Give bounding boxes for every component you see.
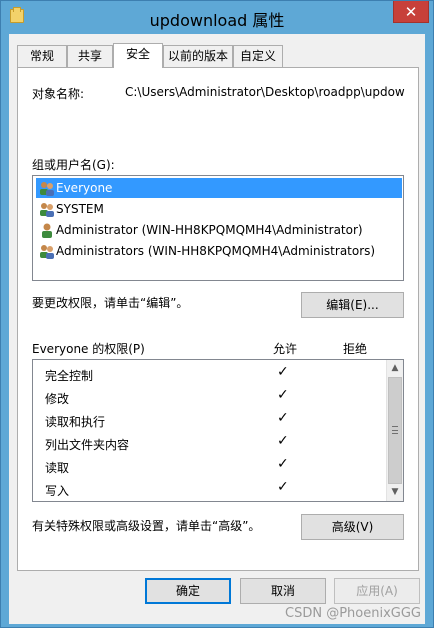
permission-name: 读取和执行 [45, 415, 106, 429]
permission-name: 完全控制 [45, 369, 94, 383]
group-icon [40, 182, 54, 196]
user-item-administrators[interactable]: Administrators (WIN-HH8KPQMQMH4\Administ… [36, 241, 402, 261]
user-name: Administrator (WIN-HH8KPQMQMH4\Administr… [56, 223, 363, 237]
allow-check-icon: ✓ [277, 364, 289, 380]
permission-row: 列出文件夹内容 ✓ [33, 432, 387, 455]
allow-check-icon: ✓ [277, 410, 289, 426]
tab-previous-versions[interactable]: 以前的版本 [163, 45, 233, 67]
advanced-hint: 有关特殊权限或高级设置，请单击“高级”。 [32, 519, 261, 533]
group-users-label: 组或用户名(G): [32, 158, 115, 172]
permission-row: 完全控制 ✓ [33, 363, 387, 386]
permission-name: 列出文件夹内容 [45, 438, 130, 452]
scroll-thumb[interactable] [388, 377, 402, 484]
watermark: CSDN @PhoenixGGG [285, 606, 421, 621]
permission-row: 修改 ✓ [33, 386, 387, 409]
user-item-administrator[interactable]: Administrator (WIN-HH8KPQMQMH4\Administr… [36, 220, 402, 240]
permission-name: 读取 [45, 461, 70, 475]
tab-security[interactable]: 安全 [113, 43, 163, 68]
object-name-label: 对象名称: [32, 87, 85, 101]
user-name: Administrators (WIN-HH8KPQMQMH4\Administ… [56, 244, 376, 258]
permission-row: 写入 ✓ [33, 478, 387, 501]
group-icon [40, 203, 54, 217]
ok-button[interactable]: 确定 [145, 578, 231, 604]
advanced-button[interactable]: 高级(V) [301, 514, 404, 540]
user-name: Everyone [56, 181, 113, 195]
permissions-header: Everyone 的权限(P) [32, 342, 145, 356]
allow-check-icon: ✓ [277, 479, 289, 495]
properties-window: updownload 属性 ✕ 常规 共享 安全 以前的版本 自定义 对象名称:… [0, 0, 434, 628]
tab-sharing[interactable]: 共享 [67, 45, 113, 67]
permissions-scrollbar[interactable]: ▲ ▼ [386, 360, 403, 501]
dialog-client: 常规 共享 安全 以前的版本 自定义 对象名称: C:\Users\Admini… [9, 34, 425, 624]
scroll-up-arrow-icon[interactable]: ▲ [387, 360, 403, 377]
permission-name: 写入 [45, 484, 70, 498]
group-icon [40, 245, 54, 259]
grip-icon [392, 426, 398, 434]
user-item-system[interactable]: SYSTEM [36, 199, 402, 219]
allow-check-icon: ✓ [277, 433, 289, 449]
tab-customize[interactable]: 自定义 [233, 45, 283, 67]
title-bar[interactable]: updownload 属性 ✕ [1, 1, 433, 34]
permissions-list[interactable]: 完全控制 ✓ 修改 ✓ 读取和执行 ✓ 列出文件夹内容 ✓ 读取 ✓ 写入 ✓ … [32, 359, 404, 502]
permission-row: 读取 ✓ [33, 455, 387, 478]
close-button[interactable]: ✕ [393, 1, 429, 23]
allow-header: 允许 [273, 342, 298, 356]
edit-hint: 要更改权限，请单击“编辑”。 [32, 296, 189, 310]
object-name-value: C:\Users\Administrator\Desktop\roadpp\up… [125, 85, 405, 99]
cancel-button[interactable]: 取消 [240, 578, 326, 604]
window-title: updownload 属性 [149, 11, 285, 30]
apply-button[interactable]: 应用(A) [334, 578, 420, 604]
deny-header: 拒绝 [343, 342, 368, 356]
tab-general[interactable]: 常规 [17, 45, 67, 67]
user-item-everyone[interactable]: Everyone [36, 178, 402, 198]
users-listbox[interactable]: Everyone SYSTEM Administrator (WIN-HH8KP… [32, 175, 404, 281]
permission-name: 修改 [45, 392, 70, 406]
user-name: SYSTEM [56, 202, 104, 216]
permission-row: 读取和执行 ✓ [33, 409, 387, 432]
edit-button[interactable]: 编辑(E)... [301, 292, 404, 318]
user-icon [42, 223, 52, 238]
scroll-down-arrow-icon[interactable]: ▼ [387, 484, 403, 501]
allow-check-icon: ✓ [277, 387, 289, 403]
allow-check-icon: ✓ [277, 456, 289, 472]
security-panel: 对象名称: C:\Users\Administrator\Desktop\roa… [17, 67, 419, 571]
